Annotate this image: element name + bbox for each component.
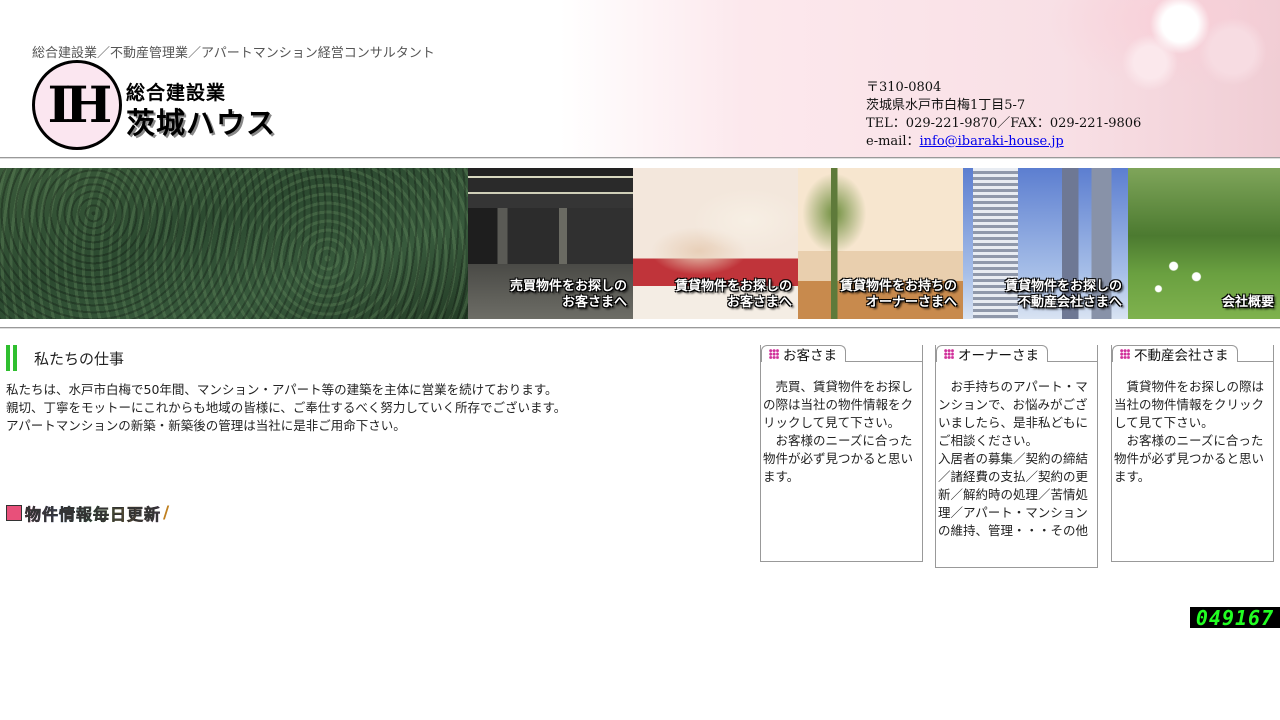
nav-tile-rent-search[interactable]: 賃貸物件をお探しの お客さまへ: [633, 168, 798, 319]
nav-banner: 売買物件をお探しの お客さまへ 賃貸物件をお探しの お客さまへ 賃貸物件をお持ち…: [0, 168, 1280, 319]
intro-text: 私たちは、水戸市白梅で50年間、マンション・アパート等の建築を主体に営業を続けて…: [6, 381, 706, 435]
nav-tile-company-profile[interactable]: 会社概要: [1128, 168, 1280, 319]
phone-fax: TEL：029-221-9870／FAX：029-221-9806: [866, 116, 1142, 131]
company-logo[interactable]: IH 総合建設業 茨城ハウス: [32, 60, 282, 152]
nav-tile-label: 賃貸物件をお探しの 不動産会社さまへ: [1004, 279, 1122, 310]
company-tagline: 総合建設業／不動産管理業／アパートマンション経営コンサルタント: [32, 46, 435, 61]
email-label: e-mail：: [866, 134, 920, 149]
info-box-agencies: 不動産会社さま 賃貸物件をお探しの際は当社の物件情報をクリックして見て下さい。 …: [1111, 345, 1274, 562]
nav-tile-label: 会社概要: [1221, 295, 1274, 310]
email-line: e-mail：info@ibaraki-house.jp: [866, 133, 1141, 151]
heading-accent-bar: [6, 345, 10, 371]
nav-tile-label: 賃貸物件をお持ちの オーナーさまへ: [839, 279, 957, 310]
box-tab: お客さま: [761, 345, 846, 364]
box-tab: 不動産会社さま: [1112, 345, 1238, 364]
update-badge-text: 物件情報毎日更新: [25, 501, 161, 525]
dot-grid-icon: [769, 349, 779, 359]
intro-line: アパートマンションの新築・新築後の管理は当社に是非ご用命下さい。: [6, 418, 406, 433]
contact-address: 〒310-0804 茨城県水戸市白梅1丁目5-7 TEL：029-221-987…: [866, 79, 1141, 151]
dot-grid-icon: [1120, 349, 1130, 359]
slash-icon: /: [163, 503, 170, 523]
nav-tile-label: 賃貸物件をお探しの お客さまへ: [674, 279, 792, 310]
nav-tile-buy-property[interactable]: 売買物件をお探しの お客さまへ: [468, 168, 633, 319]
box-title: オーナーさま: [958, 348, 1039, 364]
info-box-owners: オーナーさま お手持ちのアパート・マンションで、お悩みがございましたら、是非私ど…: [935, 345, 1098, 568]
header-divider: [0, 157, 1280, 159]
box-content: 売買、賃貸物件をお探しの際は当社の物件情報をクリックして見て下さい。 お客様のニ…: [763, 379, 914, 484]
intro-line: 私たちは、水戸市白梅で50年間、マンション・アパート等の建築を主体に営業を続けて…: [6, 382, 558, 397]
street-address: 茨城県水戸市白梅1丁目5-7: [866, 98, 1026, 113]
box-content: 賃貸物件をお探しの際は当社の物件情報をクリックして見て下さい。 お客様のニーズに…: [1114, 379, 1265, 484]
section-heading: 私たちの仕事: [6, 345, 124, 371]
logo-company-name: 茨城ハウス: [126, 106, 277, 140]
heading-accent-bar: [13, 345, 17, 371]
postal-code: 〒310-0804: [866, 80, 942, 95]
nav-tile-owners[interactable]: 賃貸物件をお持ちの オーナーさまへ: [798, 168, 963, 319]
page-header: 総合建設業／不動産管理業／アパートマンション経営コンサルタント IH 総合建設業…: [0, 0, 1280, 158]
email-link[interactable]: info@ibaraki-house.jp: [919, 134, 1063, 149]
box-content: お手持ちのアパート・マンションで、お悩みがございましたら、是非私どもにご相談くだ…: [938, 379, 1089, 538]
pink-square-icon: [6, 505, 22, 521]
section-title: 私たちの仕事: [34, 349, 125, 368]
dot-grid-icon: [944, 349, 954, 359]
box-title: お客さま: [783, 348, 837, 364]
nav-tile-agencies[interactable]: 賃貸物件をお探しの 不動産会社さまへ: [963, 168, 1128, 319]
daily-update-badge: 物件情報毎日更新 /: [6, 501, 170, 525]
box-title: 不動産会社さま: [1134, 348, 1229, 364]
stone-texture-banner: [0, 168, 468, 319]
box-tab: オーナーさま: [936, 345, 1048, 364]
counter-digits: 049167: [1195, 605, 1275, 630]
plum-blossom-logo-icon: IH: [32, 60, 122, 150]
nav-tile-label: 売買物件をお探しの お客さまへ: [509, 279, 627, 310]
visitor-counter: 049167: [1190, 605, 1280, 630]
info-box-customers: お客さま 売買、賃貸物件をお探しの際は当社の物件情報をクリックして見て下さい。 …: [760, 345, 923, 562]
intro-line: 親切、丁寧をモットーにこれからも地域の皆様に、ご奉仕するべく努力していく所存でご…: [6, 400, 567, 415]
banner-divider: [0, 327, 1280, 329]
